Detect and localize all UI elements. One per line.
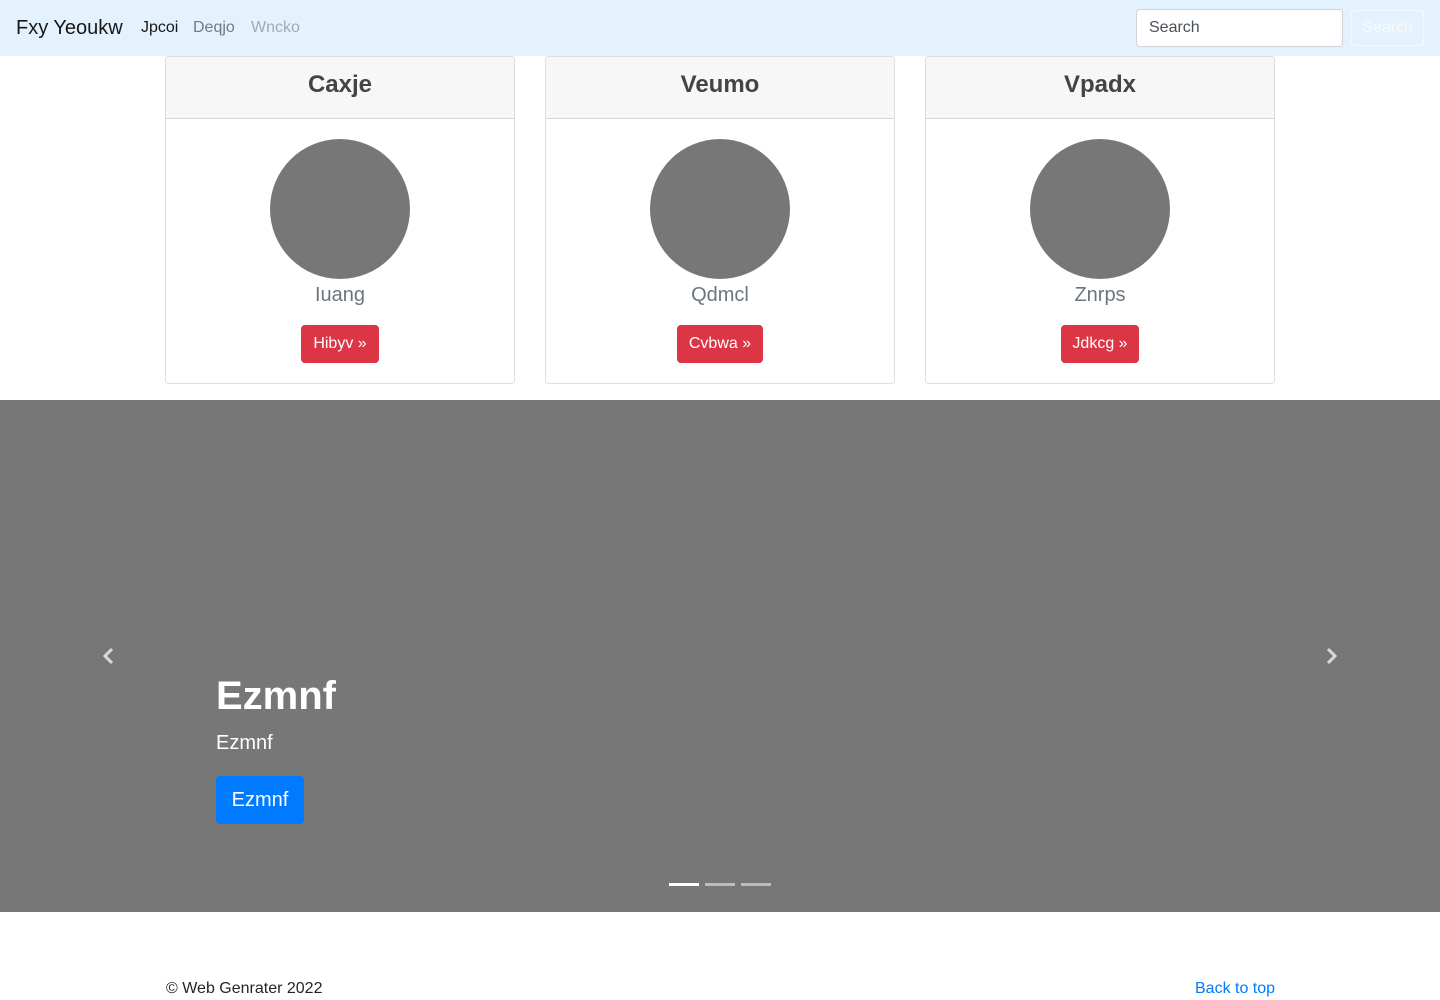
search-input[interactable] [1136,9,1343,47]
carousel-caption-button[interactable]: Ezmnf [216,776,304,824]
avatar-placeholder [1030,139,1170,279]
nav-link-wncko[interactable]: Wncko [251,18,300,38]
navbar-brand[interactable]: Fxy Yeoukw [16,16,123,40]
card-subtitle: Iuang [314,284,366,306]
search-button[interactable]: Search [1351,10,1424,46]
card-veumo: Veumo Qdmcl Cvbwa » [545,56,895,384]
card-button-jdkcg[interactable]: Jdkcg » [1061,325,1139,363]
carousel-indicator-1[interactable] [669,883,699,886]
card-title: Vpadx [926,57,1274,119]
card-subtitle: Znrps [1074,284,1126,306]
chevron-right-icon [1326,647,1338,665]
card-vpadx: Vpadx Znrps Jdkcg » [925,56,1275,384]
card-title: Caxje [166,57,514,119]
card-subtitle: Qdmcl [691,284,749,306]
nav-link-jpcoi[interactable]: Jpcoi [141,18,178,38]
navbar: Fxy Yeoukw Jpcoi Deqjo Wncko Search [0,0,1440,56]
footer-copyright: © Web Genrater 2022 [166,980,323,997]
carousel-caption-title: Ezmnf [216,674,336,718]
card-button-hibyv[interactable]: Hibyv » [301,325,379,363]
back-to-top-link[interactable]: Back to top [1195,979,1275,999]
card-caxje: Caxje Iuang Hibyv » [165,56,515,384]
avatar-placeholder [270,139,410,279]
chevron-left-icon [102,647,114,665]
carousel-indicator-2[interactable] [705,883,735,886]
card-button-cvbwa[interactable]: Cvbwa » [677,325,763,363]
carousel-caption-text: Ezmnf [216,732,273,754]
carousel-next-button[interactable] [1321,646,1341,666]
carousel-prev-button[interactable] [99,646,119,666]
carousel: Ezmnf Ezmnf Ezmnf [0,400,1440,912]
avatar-placeholder [650,139,790,279]
nav-link-deqjo[interactable]: Deqjo [193,18,235,38]
card-title: Veumo [546,57,894,119]
carousel-indicator-3[interactable] [741,883,771,886]
